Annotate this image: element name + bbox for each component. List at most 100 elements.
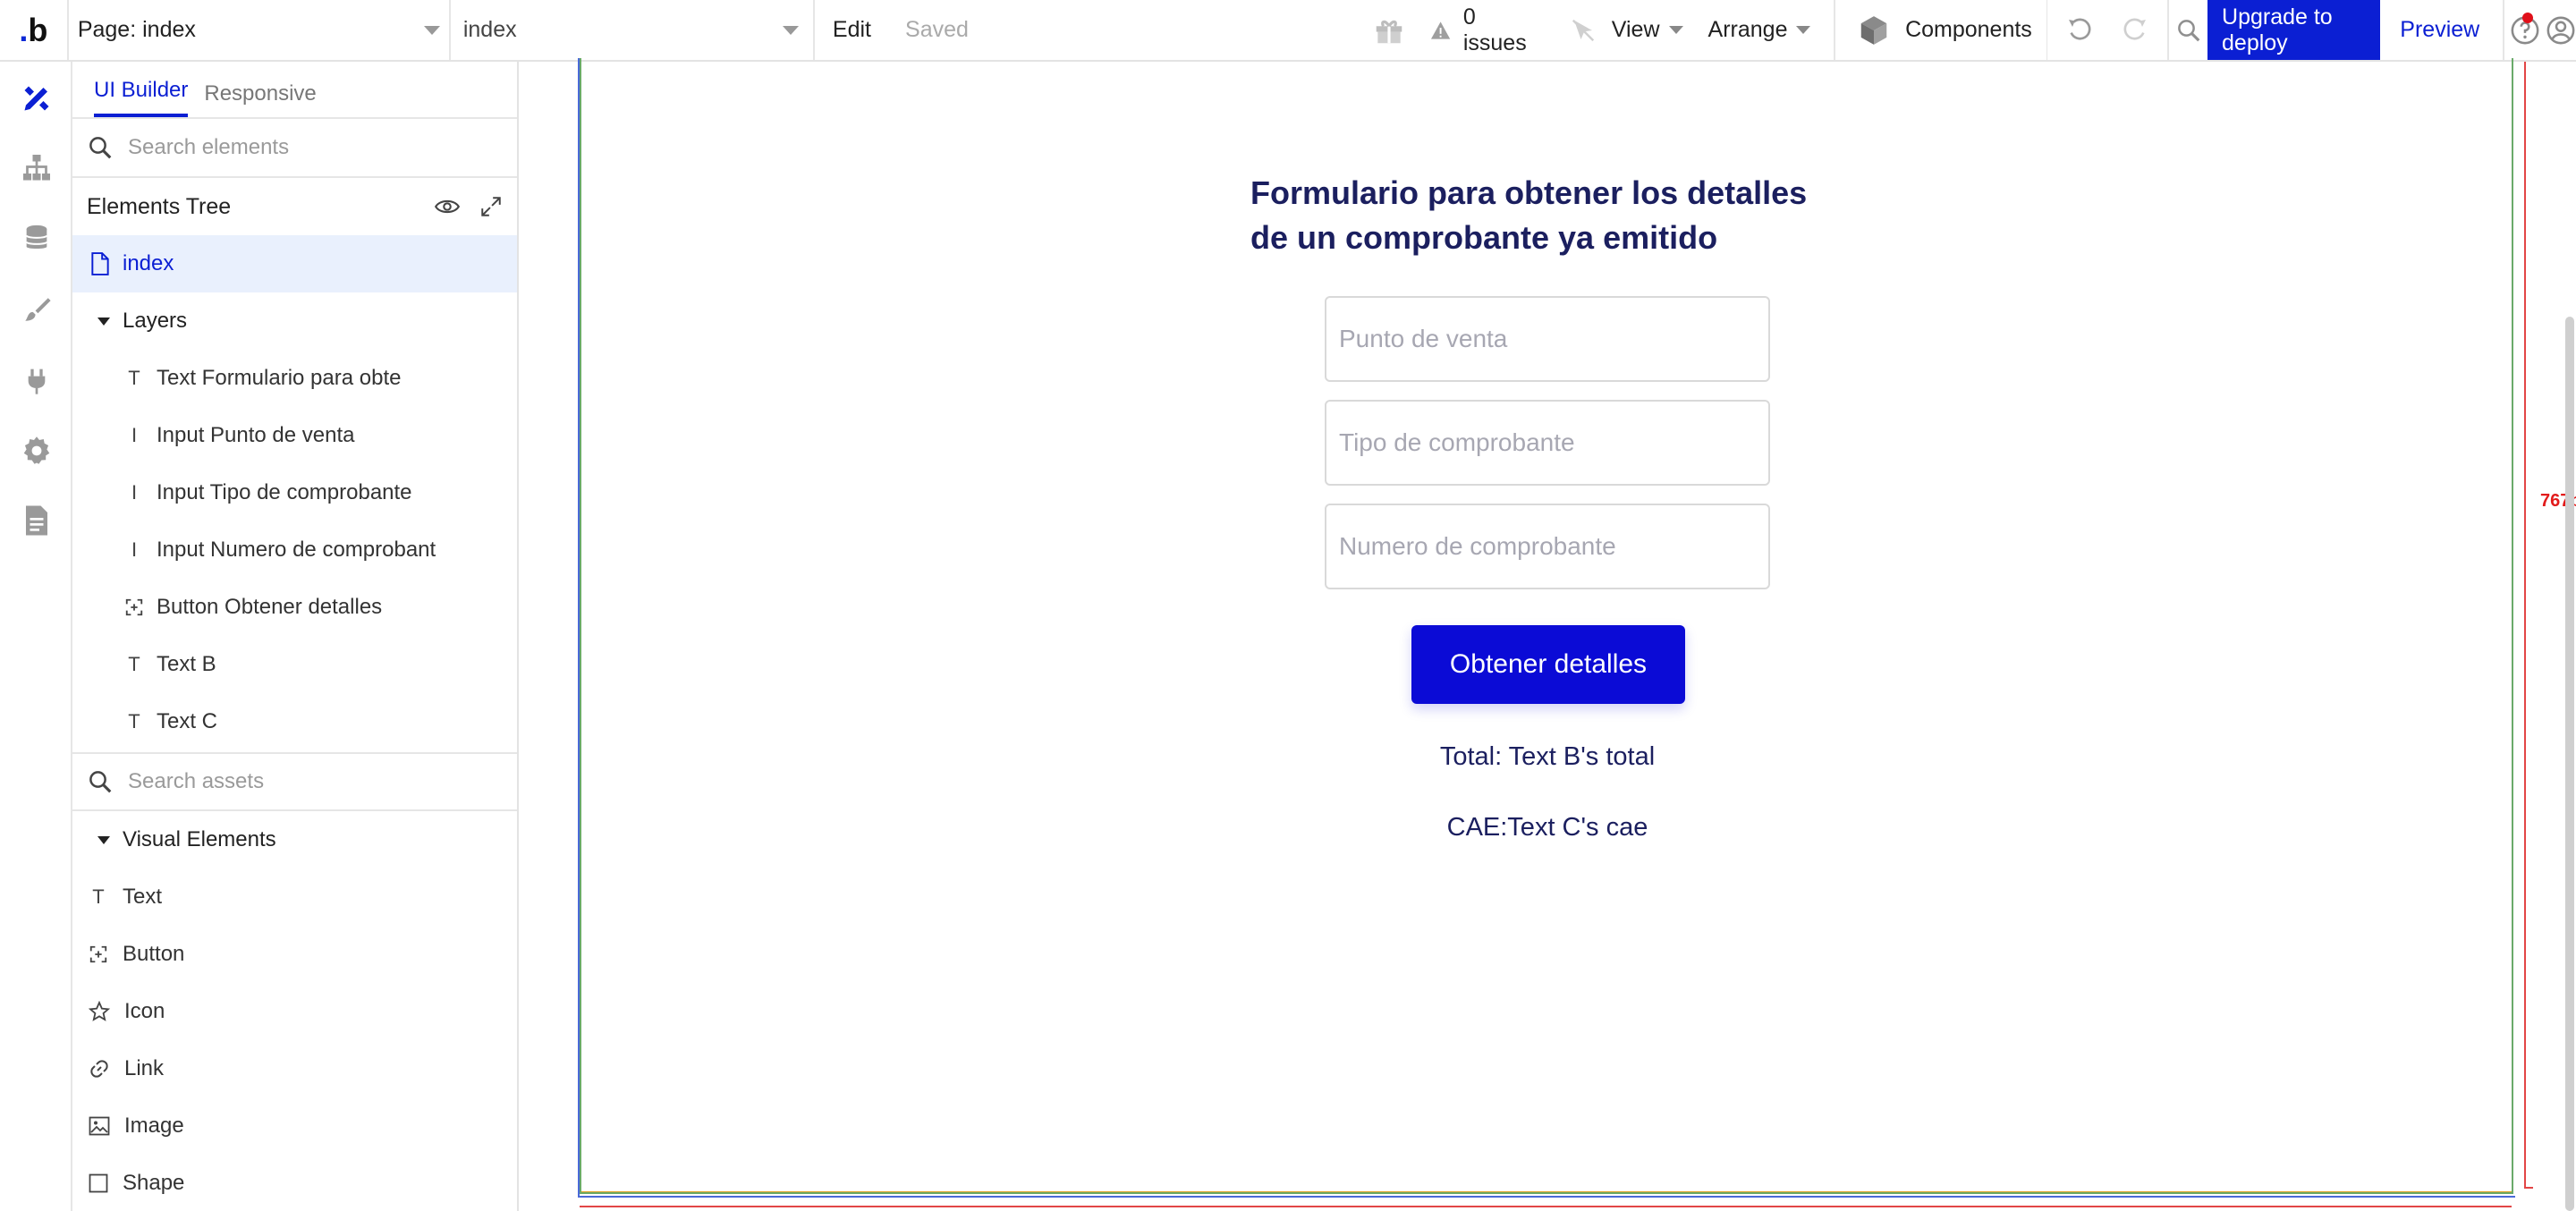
visual-element-link[interactable]: Link bbox=[72, 1040, 517, 1097]
search-icon bbox=[2177, 19, 2200, 41]
cube-icon bbox=[1860, 15, 1887, 45]
left-nav-rail bbox=[0, 62, 72, 1211]
canvas-scrollbar[interactable] bbox=[2565, 317, 2574, 1211]
layer-item[interactable]: T Text B bbox=[72, 636, 517, 693]
visual-element-label: Text bbox=[123, 885, 163, 909]
page-dropdown[interactable]: index bbox=[451, 0, 815, 60]
toolbar-right: View Arrange Components Upgrade to deplo… bbox=[1599, 0, 2576, 60]
caret-down-icon bbox=[97, 317, 110, 326]
visual-element-text[interactable]: T Text bbox=[72, 868, 517, 926]
edit-status: Edit Saved bbox=[815, 0, 969, 60]
page-icon bbox=[91, 252, 109, 275]
visual-element-label: Image bbox=[124, 1114, 184, 1138]
layer-item-label: Button Obtener detalles bbox=[157, 595, 383, 619]
logs-document-icon[interactable] bbox=[20, 504, 54, 538]
visual-element-label: Button bbox=[123, 942, 185, 966]
bubble-logo[interactable]: .b bbox=[0, 0, 69, 60]
plugins-icon[interactable] bbox=[20, 364, 54, 398]
obtener-detalles-button[interactable]: Obtener detalles bbox=[1411, 625, 1685, 704]
layer-item[interactable]: T Text C bbox=[72, 693, 517, 750]
help-button[interactable] bbox=[2503, 0, 2546, 60]
warning-icon bbox=[1430, 21, 1450, 39]
saved-status: Saved bbox=[905, 17, 969, 42]
page-heading[interactable]: Formulario para obtener los detalles de … bbox=[1250, 171, 1894, 260]
tab-ui-builder[interactable]: UI Builder bbox=[94, 78, 189, 117]
design-icon[interactable] bbox=[20, 81, 54, 115]
visual-element-label: Link bbox=[124, 1056, 165, 1080]
styles-brush-icon[interactable] bbox=[20, 292, 54, 326]
chevron-down-icon bbox=[1668, 26, 1683, 34]
database-icon[interactable] bbox=[20, 221, 54, 255]
tab-responsive[interactable]: Responsive bbox=[204, 81, 316, 117]
search-icon bbox=[89, 137, 112, 159]
account-menu[interactable] bbox=[2546, 0, 2576, 60]
visual-elements-label: Visual Elements bbox=[123, 827, 276, 851]
layer-item[interactable]: Button Obtener detalles bbox=[72, 579, 517, 636]
top-toolbar: .b Page: index index Edit Saved 0 issues… bbox=[0, 0, 2576, 62]
tipo-de-comprobante-input[interactable]: Tipo de comprobante bbox=[1325, 400, 1770, 486]
layer-item[interactable]: I Input Numero de comprobant bbox=[72, 521, 517, 579]
search-assets-input[interactable]: Search assets bbox=[72, 752, 517, 811]
layer-item-label: Text C bbox=[157, 709, 218, 733]
page-selector-label: Page: index bbox=[77, 17, 196, 42]
view-menu[interactable]: View bbox=[1599, 0, 1696, 60]
search-button[interactable] bbox=[2167, 0, 2207, 60]
input-icon: I bbox=[131, 538, 138, 561]
elements-tree-title: Elements Tree bbox=[87, 193, 232, 219]
settings-gear-icon[interactable] bbox=[20, 434, 54, 468]
page-dropdown-label: index bbox=[462, 17, 517, 42]
search-elements-input[interactable]: Search elements bbox=[72, 119, 517, 178]
visual-element-label: Icon bbox=[124, 999, 165, 1023]
cae-text[interactable]: CAE:Text C's cae bbox=[1325, 813, 1770, 843]
undo-icon[interactable] bbox=[2065, 16, 2094, 45]
layer-item[interactable]: I Input Punto de venta bbox=[72, 407, 517, 464]
visual-element-shape[interactable]: Shape bbox=[72, 1155, 517, 1211]
chevron-down-icon bbox=[423, 25, 440, 35]
visual-elements-toggle[interactable]: Visual Elements bbox=[72, 811, 517, 868]
input-icon: I bbox=[131, 424, 138, 446]
numero-de-comprobante-input[interactable]: Numero de comprobante bbox=[1325, 504, 1770, 589]
issues-indicator[interactable]: 0 issues bbox=[1430, 4, 1537, 56]
eye-icon[interactable] bbox=[435, 197, 460, 216]
punto-de-venta-input[interactable]: Punto de venta bbox=[1325, 296, 1770, 382]
page-selector[interactable]: Page: index bbox=[69, 0, 451, 60]
layer-item[interactable]: I Input Tipo de comprobante bbox=[72, 464, 517, 521]
inspect-cursor-icon[interactable] bbox=[1567, 0, 1599, 60]
edit-menu[interactable]: Edit bbox=[833, 17, 871, 43]
components-button[interactable]: Components bbox=[1835, 0, 2046, 60]
text-icon: T bbox=[128, 710, 140, 733]
layer-item-label: Input Tipo de comprobante bbox=[157, 480, 412, 504]
image-icon bbox=[89, 1116, 110, 1136]
width-guide-line bbox=[2524, 62, 2526, 1189]
gift-icon[interactable] bbox=[1371, 0, 1407, 60]
layer-item[interactable]: T Text Formulario para obte bbox=[72, 350, 517, 407]
chevron-down-icon bbox=[1796, 26, 1811, 34]
chevron-down-icon bbox=[782, 25, 799, 35]
visual-element-button[interactable]: Button bbox=[72, 926, 517, 983]
visual-element-image[interactable]: Image bbox=[72, 1097, 517, 1155]
workflow-icon[interactable] bbox=[20, 151, 54, 185]
text-icon: T bbox=[92, 885, 105, 908]
tree-item-label: index bbox=[123, 251, 174, 275]
text-icon: T bbox=[128, 367, 140, 389]
preview-button[interactable]: Preview bbox=[2380, 0, 2503, 60]
total-text[interactable]: Total: Text B's total bbox=[1325, 742, 1770, 772]
heading-line-2: de un comprobante ya emitido bbox=[1250, 219, 1718, 256]
upgrade-to-deploy-button[interactable]: Upgrade to deploy bbox=[2207, 0, 2381, 60]
expand-icon[interactable] bbox=[479, 195, 503, 218]
visual-element-icon[interactable]: Icon bbox=[72, 983, 517, 1040]
redo-icon[interactable] bbox=[2121, 16, 2149, 45]
arrange-menu[interactable]: Arrange bbox=[1696, 0, 1835, 60]
search-icon bbox=[89, 771, 112, 793]
heading-line-1: Formulario para obtener los detalles bbox=[1250, 174, 1808, 211]
editor-canvas[interactable]: 767p Formulario para obtener los detalle… bbox=[521, 58, 2576, 1211]
view-label: View bbox=[1611, 17, 1660, 42]
tree-item-index[interactable]: index bbox=[72, 235, 517, 292]
caret-down-icon bbox=[97, 835, 110, 844]
layers-toggle[interactable]: Layers bbox=[72, 292, 517, 350]
link-icon bbox=[90, 1060, 108, 1078]
undo-redo bbox=[2047, 0, 2167, 60]
issues-label: 0 issues bbox=[1462, 4, 1527, 55]
arrange-label: Arrange bbox=[1707, 17, 1788, 42]
layer-item-label: Input Punto de venta bbox=[157, 423, 355, 447]
